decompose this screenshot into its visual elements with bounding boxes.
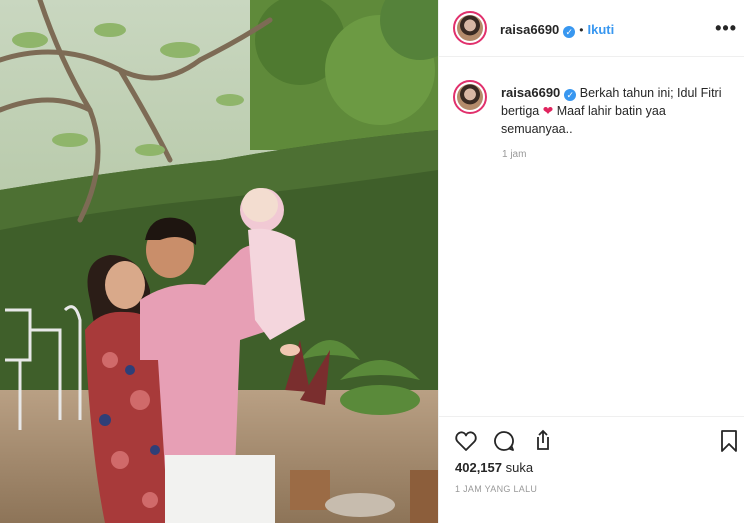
likes-count[interactable]: 402,157 suka bbox=[455, 460, 533, 475]
verified-badge-icon: ✓ bbox=[563, 26, 576, 38]
caption-username[interactable]: raisa6690 bbox=[501, 85, 560, 100]
separator-dot: • bbox=[579, 23, 584, 37]
actions-bar: 402,157 suka 1 JAM YANG LALU bbox=[439, 416, 744, 523]
more-options-icon[interactable]: ••• bbox=[715, 18, 737, 39]
post-header: raisa6690 ✓ • Ikuti ••• bbox=[439, 0, 744, 57]
post-photo[interactable] bbox=[0, 0, 438, 523]
heart-icon[interactable] bbox=[454, 429, 478, 453]
caption-verified-badge-icon: ✓ bbox=[564, 89, 577, 101]
post-timestamp: 1 JAM YANG LALU bbox=[455, 484, 538, 494]
caption-avatar-photo bbox=[457, 84, 483, 110]
instagram-post: raisa6690 ✓ • Ikuti ••• raisa6690 ✓ Berkah t… bbox=[0, 0, 744, 523]
likes-number: 402,157 bbox=[455, 460, 502, 475]
follow-button[interactable]: Ikuti bbox=[587, 22, 614, 37]
avatar[interactable] bbox=[453, 11, 487, 45]
comment-icon[interactable] bbox=[492, 429, 516, 453]
post-sidebar: raisa6690 ✓ • Ikuti ••• raisa6690 ✓ Berkah t… bbox=[438, 0, 744, 523]
caption: raisa6690 ✓ Berkah tahun ini; Idul Fitri … bbox=[501, 84, 731, 138]
header-user-line: raisa6690 ✓ • Ikuti bbox=[500, 21, 614, 39]
heart-emoji-icon: ❤ bbox=[542, 104, 554, 118]
caption-time[interactable]: 1 jam bbox=[502, 149, 526, 160]
avatar-photo bbox=[457, 15, 483, 41]
bookmark-icon[interactable] bbox=[717, 429, 741, 453]
likes-label: suka bbox=[505, 460, 534, 475]
header-username[interactable]: raisa6690 bbox=[500, 22, 559, 37]
share-icon[interactable] bbox=[529, 429, 553, 453]
family-photo-illustration bbox=[0, 0, 438, 523]
caption-avatar[interactable] bbox=[453, 80, 487, 114]
